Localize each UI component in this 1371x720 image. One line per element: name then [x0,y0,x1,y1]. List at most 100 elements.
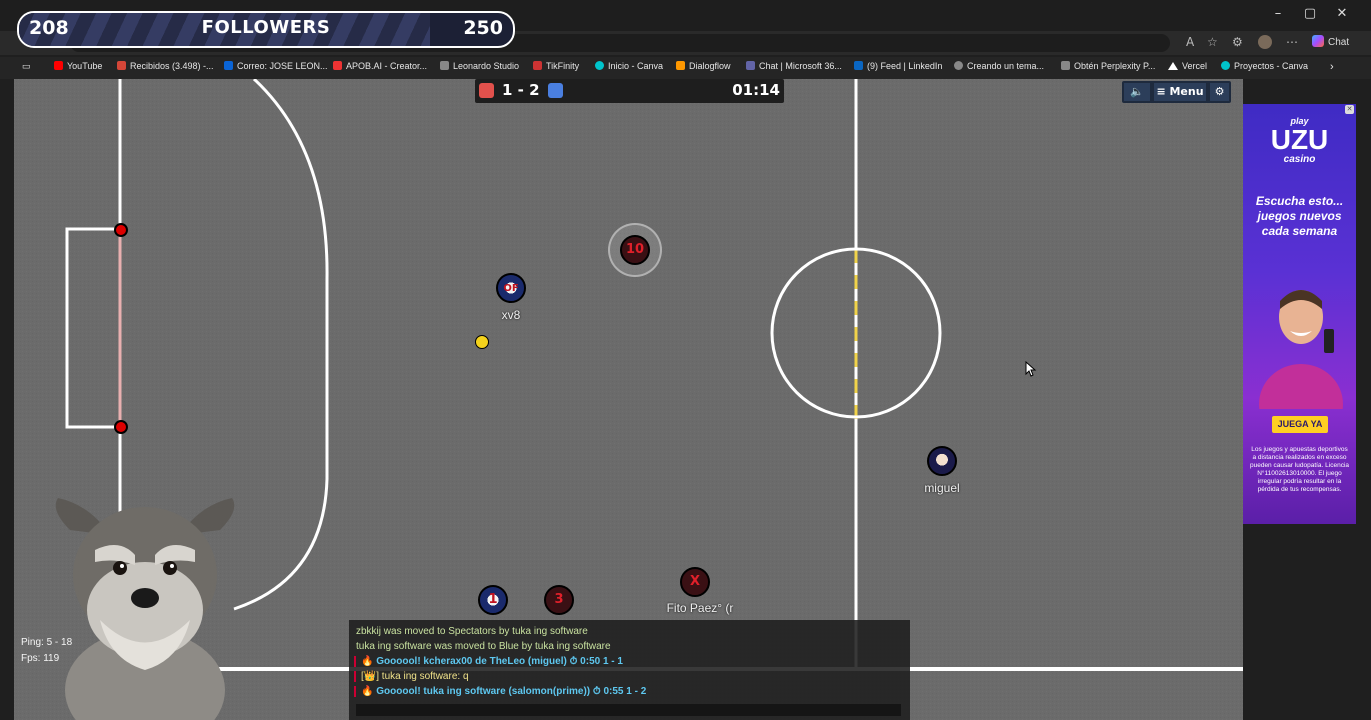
bookmark-microsoft-chat[interactable]: Chat | Microsoft 36... [746,61,842,71]
chat-message: 🔥 Goooool! tuka ing software (salomon(pr… [354,686,646,697]
ad-headline-line: Escucha esto... [1255,194,1344,208]
ad-brand-main: UZU [1270,124,1329,155]
bookmark-label: Obtén Perplexity P... [1074,61,1156,71]
outlook-icon [224,61,233,70]
dialogflow-icon [676,61,685,70]
chat-message: 🔥 Goooool! kcherax00 de TheLeo (miguel) … [354,656,623,667]
speaker-icon: 🔈 [1130,85,1144,98]
player-avatar-text: 3 [554,592,564,607]
bookmark-label: Vercel [1182,61,1208,71]
bookmark-gmail[interactable]: Recibidos (3.498) -... [117,61,214,71]
bookmark-creando-tema[interactable]: Creando un tema... [954,61,1044,71]
blue-team-indicator [548,83,563,98]
more-options-icon[interactable]: ⋯ [1286,35,1298,49]
favorite-star-icon[interactable]: ☆ [1207,35,1218,49]
score-text: 1 - 2 [502,81,540,99]
schnauzer-mascot-image [55,498,235,720]
bookmark-apob[interactable]: APOB.AI - Creator... [333,61,427,71]
bookmark-outlook[interactable]: Correo: JOSE LEON... [224,61,328,71]
chat-label: Chat [1328,37,1350,48]
hamburger-icon: ≡ [1156,85,1170,98]
bookmark-canva-home[interactable]: Inicio - Canva [595,61,663,71]
ad-headline-line: cada semana [1261,224,1338,238]
bookmark-perplexity[interactable]: Obtén Perplexity P... [1061,61,1155,71]
player-disc-3: 3 [544,585,574,615]
gear-icon: ⚙ [1214,85,1225,98]
ad-close-icon[interactable]: ✕ [1345,105,1354,114]
goal-post-bottom [114,420,128,434]
bookmark-vercel[interactable]: Vercel [1168,61,1207,71]
bookmarks-overflow-chevron-icon[interactable]: › [1330,61,1334,73]
bookmark-canva-projects[interactable]: Proyectos - Canva [1221,61,1308,71]
player-name-xv8: xv8 [501,308,521,322]
bookmark-label: Chat | Microsoft 36... [759,61,842,71]
chat-panel: zbkkij was moved to Spectators by tuka i… [349,620,910,720]
player-disc-miguel [927,446,957,476]
canva-icon [595,61,604,70]
player-disc-xv8: OF [496,273,526,303]
teams-icon [746,61,755,70]
followers-label: FOLLOWERS [201,17,331,38]
bookmark-label: (9) Feed | LinkedIn [867,61,943,71]
player-disc-1: 1 [478,585,508,615]
chat-message-text: zbkkij was moved to Spectators by tuka i… [356,626,588,637]
player-avatar-text: 1 [488,592,498,607]
red-team-indicator [479,83,494,98]
translate-icon[interactable]: A [1186,35,1194,49]
game-ball [475,335,489,349]
extensions-icon[interactable]: ⚙ [1232,35,1243,49]
close-window-button[interactable]: ✕ [1327,6,1357,21]
bookmark-label: Recibidos (3.498) -... [130,61,214,71]
copilot-icon [1312,35,1324,47]
bookmarks-bar: ▭ YouTube Recibidos (3.498) -... Correo:… [0,57,1371,79]
ad-headline-line: juegos nuevos [1257,209,1342,223]
bookmark-label: APOB.AI - Creator... [346,61,428,71]
ad-cta-button[interactable]: JUEGA YA [1272,416,1328,433]
game-controls: 🔈 ≡ Menu ⚙ [1122,81,1231,103]
player-avatar-text: X [689,574,701,589]
sidebar-toggle-icon[interactable]: ▭ [22,61,31,72]
menu-button[interactable]: ≡ Menu [1154,83,1206,101]
match-timer: 01:14 [732,81,780,99]
ad-brand-logo: play UZU casino [1243,116,1356,165]
chat-message-text: tuka ing software was moved to Blue by t… [356,641,611,652]
mouse-cursor-icon [1025,361,1037,377]
player-disc-10: 10 [620,235,650,265]
bookmark-label: Inicio - Canva [608,61,664,71]
bookmark-label: YouTube [67,61,103,71]
chat-message-text: 🔥 Goooool! tuka ing software (salomon(pr… [361,686,647,697]
player-avatar-text: OF [503,283,519,294]
minimize-button[interactable]: – [1263,6,1293,21]
linkedin-icon [854,61,863,70]
player-name-miguel: miguel [924,481,960,495]
vercel-icon [1168,62,1178,70]
chat-message-text: 🔥 Goooool! kcherax00 de TheLeo (miguel) … [361,656,623,667]
profile-avatar[interactable] [1258,35,1272,49]
settings-button[interactable]: ⚙ [1210,83,1229,101]
apob-icon [333,61,342,70]
chat-message-text: [👑] tuka ing software: q [361,671,469,682]
goal-post-top [114,223,128,237]
bookmark-linkedin[interactable]: (9) Feed | LinkedIn [854,61,942,71]
bookmark-dialogflow[interactable]: Dialogflow [676,61,731,71]
copilot-chat-button[interactable]: Chat [1312,35,1349,48]
followers-goal: 250 [463,17,503,39]
chat-input[interactable] [356,704,901,716]
ad-headline: Escucha esto... juegos nuevos cada seman… [1249,194,1350,239]
chat-message: zbkkij was moved to Spectators by tuka i… [356,626,588,637]
player-name-fito: Fito Paez° (r [666,601,734,615]
perplexity-icon [1061,61,1070,70]
ad-person-image [1259,290,1343,409]
casino-ad-banner[interactable]: ✕ play UZU casino Escucha esto... juegos… [1243,104,1356,524]
bookmark-tikfinity[interactable]: TikFinity [533,61,579,71]
menu-label: Menu [1169,85,1204,98]
sound-toggle-button[interactable]: 🔈 [1124,83,1150,101]
bookmark-youtube[interactable]: YouTube [54,61,102,71]
bookmark-leonardo[interactable]: Leonardo Studio [440,61,519,71]
followers-goal-banner: 208 FOLLOWERS 250 [17,11,515,48]
canva-icon [1221,61,1230,70]
scoreboard: 1 - 2 01:14 [475,79,784,103]
chat-message: [👑] tuka ing software: q [354,671,469,682]
maximize-button[interactable]: ▢ [1295,6,1325,21]
bookmark-label: Leonardo Studio [453,61,520,71]
